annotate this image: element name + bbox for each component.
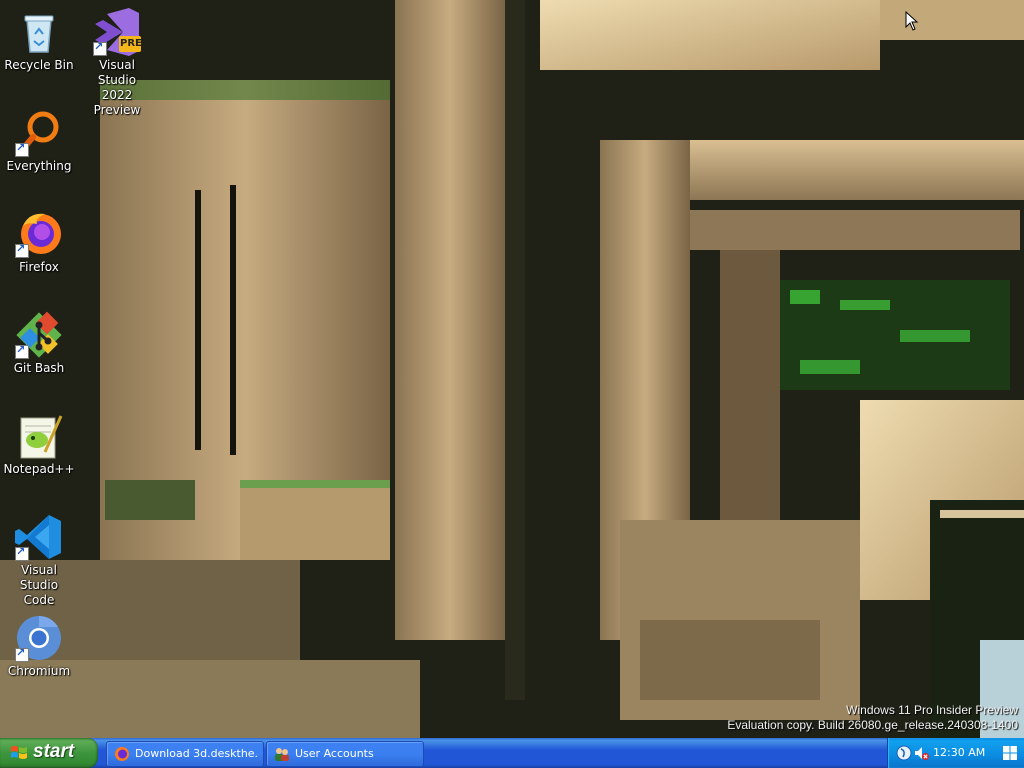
taskbar-button-label: User Accounts: [295, 747, 374, 760]
volume-muted-icon[interactable]: [913, 745, 929, 761]
mouse-pointer-icon: [905, 11, 919, 31]
network-globe-icon[interactable]: [896, 745, 912, 761]
git-bash-icon: [15, 311, 63, 359]
watermark-build: Evaluation copy. Build 26080.ge_release.…: [727, 718, 1018, 732]
recycle-bin-icon: [15, 8, 63, 56]
preview-badge: PRE: [120, 38, 142, 49]
desktop-icon-git-bash[interactable]: Git Bash: [1, 311, 77, 376]
firefox-icon: [15, 210, 63, 258]
visual-studio-preview-icon: PRE: [93, 8, 142, 56]
desktop-icon-label: Visual Studio Code: [19, 563, 59, 607]
start-label: start: [33, 741, 75, 762]
chromium-icon: [15, 614, 63, 662]
system-tray: 12:30 AM: [887, 738, 1024, 768]
watermark-edition: Windows 11 Pro Insider Preview: [846, 703, 1018, 717]
desktop-icon-label: Visual Studio 2022 Preview: [93, 58, 141, 117]
start-button[interactable]: start: [0, 738, 98, 768]
desktop-icon-firefox[interactable]: Firefox: [1, 210, 77, 275]
taskbar-button-firefox-download[interactable]: Download 3d.deskthe...: [106, 741, 264, 767]
taskbar-clock[interactable]: 12:30 AM: [933, 738, 985, 768]
desktop-icon-label: Chromium: [7, 664, 71, 678]
desktop-icon-label: Everything: [6, 159, 72, 173]
shortcut-arrow-icon: [15, 343, 29, 359]
desktop-icon-everything[interactable]: Everything: [1, 109, 77, 174]
taskbar: start Download 3d.deskthe... User Accoun…: [0, 738, 1024, 768]
desktop-icon-label: Recycle Bin: [4, 58, 74, 72]
windows-evaluation-watermark: Windows 11 Pro Insider Preview Evaluatio…: [727, 703, 1018, 733]
windows-flag-icon: [11, 746, 27, 759]
shortcut-arrow-icon: [15, 545, 29, 561]
user-accounts-icon: [275, 748, 289, 761]
desktop-icon-vscode[interactable]: Visual Studio Code: [1, 513, 77, 608]
desktop-icon-recycle-bin[interactable]: Recycle Bin: [1, 8, 77, 73]
desktop-icon-label: Firefox: [19, 260, 59, 274]
desktop-icon-visual-studio-preview[interactable]: PRE Visual Studio 2022 Preview: [79, 8, 155, 118]
desktop-icon-label: Git Bash: [13, 361, 65, 375]
desktop-icon-notepad-plus-plus[interactable]: Notepad++: [1, 412, 77, 477]
desktop-icon-chromium[interactable]: Chromium: [1, 614, 77, 679]
notepad-plus-plus-icon: [15, 412, 63, 460]
shortcut-arrow-icon: [15, 646, 29, 662]
firefox-icon: [115, 747, 129, 761]
windows-logo-icon[interactable]: [1002, 745, 1018, 761]
taskbar-button-user-accounts[interactable]: User Accounts: [266, 741, 424, 767]
shortcut-arrow-icon: [15, 141, 29, 157]
taskbar-button-label: Download 3d.deskthe...: [135, 747, 257, 760]
shortcut-arrow-icon: [93, 40, 107, 56]
shortcut-arrow-icon: [15, 242, 29, 258]
vscode-icon: [15, 513, 63, 561]
desktop-icon-label: Notepad++: [3, 462, 75, 476]
everything-search-icon: [15, 109, 63, 157]
